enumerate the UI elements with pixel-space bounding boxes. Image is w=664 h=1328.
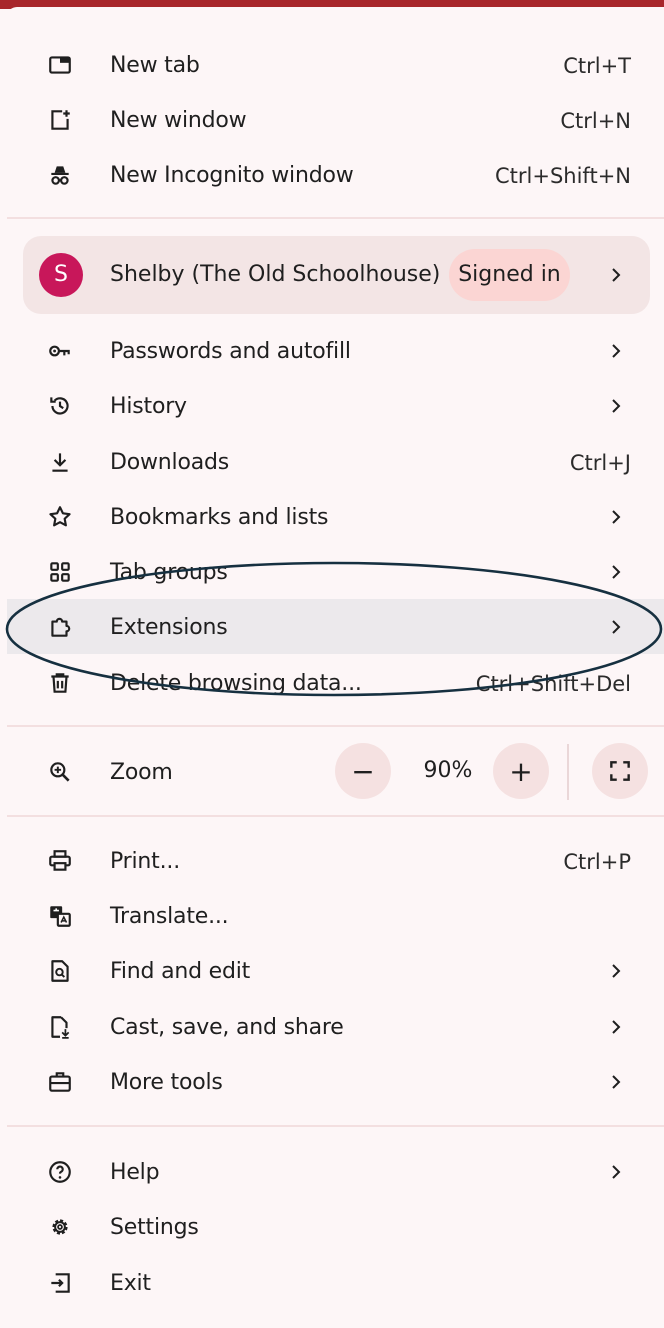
chevron-right-icon — [606, 1159, 626, 1185]
download-icon — [47, 449, 73, 475]
menu-divider — [7, 725, 664, 727]
zoom-icon — [47, 759, 73, 785]
menu-item-label: New window — [110, 108, 247, 133]
menu-item-tab-groups[interactable]: Tab groups — [0, 545, 664, 599]
puzzle-icon — [47, 614, 73, 640]
menu-item-label: Print... — [110, 849, 180, 874]
menu-item-cast-save-and-share[interactable]: Cast, save, and share — [0, 1000, 664, 1054]
translate-icon — [47, 903, 73, 929]
star-icon — [47, 504, 73, 530]
menu-item-label: Find and edit — [110, 959, 251, 984]
menu-item-translate[interactable]: Translate... — [0, 889, 664, 943]
shortcut-label: Ctrl+Shift+Del — [475, 672, 631, 696]
chevron-right-icon — [606, 958, 626, 984]
menu-item-label: Cast, save, and share — [110, 1015, 344, 1040]
menu-item-label: Downloads — [110, 450, 230, 475]
menu-item-label: History — [110, 394, 187, 419]
menu-item-bookmarks-and-lists[interactable]: Bookmarks and lists — [0, 490, 664, 544]
shortcut-label: Ctrl+Shift+N — [495, 164, 631, 188]
menu-item-extensions[interactable]: Extensions — [0, 600, 664, 654]
menu-item-more-tools[interactable]: More tools — [0, 1055, 664, 1109]
menu-item-label: More tools — [110, 1070, 223, 1095]
avatar: S — [39, 253, 83, 297]
zoom-in-button[interactable]: + — [493, 743, 549, 799]
menu-item-exit[interactable]: Exit — [0, 1256, 664, 1310]
new-window-icon — [47, 107, 73, 133]
menu-item-new-window[interactable]: New window Ctrl+N — [0, 93, 664, 147]
find-icon — [47, 958, 73, 984]
menu-item-new-tab[interactable]: New tab Ctrl+T — [0, 38, 664, 92]
menu-item-find-and-edit[interactable]: Find and edit — [0, 944, 664, 998]
shortcut-label: Ctrl+P — [563, 850, 631, 874]
menu-item-label: Translate... — [110, 904, 229, 929]
menu-item-label: New Incognito window — [110, 163, 354, 188]
menu-item-label: Bookmarks and lists — [110, 505, 329, 530]
chevron-right-icon — [606, 1014, 626, 1040]
menu-divider — [7, 815, 664, 817]
gear-icon — [47, 1214, 73, 1240]
menu-item-history[interactable]: History — [0, 379, 664, 433]
chevron-right-icon — [606, 559, 626, 585]
chevron-right-icon — [606, 504, 626, 530]
exit-icon — [47, 1270, 73, 1296]
menu-item-label: Passwords and autofill — [110, 339, 351, 364]
menu-item-label: Help — [110, 1160, 160, 1185]
menu-item-print[interactable]: Print... Ctrl+P — [0, 834, 664, 888]
zoom-separator — [567, 744, 569, 800]
menu-divider — [7, 1125, 664, 1127]
chevron-right-icon — [606, 614, 626, 640]
menu-item-label: Tab groups — [110, 560, 228, 585]
cast-icon — [47, 1014, 73, 1040]
shortcut-label: Ctrl+N — [560, 109, 631, 133]
menu-item-passwords-and-autofill[interactable]: Passwords and autofill — [0, 324, 664, 378]
menu-item-label: Delete browsing data... — [110, 671, 362, 696]
print-icon — [47, 848, 73, 874]
key-icon — [47, 338, 73, 364]
fullscreen-button[interactable] — [592, 743, 648, 799]
menu-item-new-incognito-window[interactable]: New Incognito window Ctrl+Shift+N — [0, 148, 664, 202]
profile-row[interactable]: S Shelby (The Old Schoolhouse) Signed in — [23, 236, 650, 314]
help-icon — [47, 1159, 73, 1185]
menu-divider — [7, 217, 664, 219]
history-icon — [47, 393, 73, 419]
toolbox-icon — [47, 1069, 73, 1095]
menu-item-label: Settings — [110, 1215, 199, 1240]
menu-item-label: Exit — [110, 1271, 151, 1296]
menu-item-label: Extensions — [110, 615, 228, 640]
menu-item-settings[interactable]: Settings — [0, 1200, 664, 1254]
shortcut-label: Ctrl+J — [569, 451, 631, 475]
tab-groups-icon — [47, 559, 73, 585]
fullscreen-icon — [607, 758, 633, 784]
zoom-out-button[interactable]: − — [335, 743, 391, 799]
new-tab-icon — [47, 52, 73, 78]
menu-item-delete-browsing-data[interactable]: Delete browsing data... Ctrl+Shift+Del — [0, 656, 664, 710]
menu-item-downloads[interactable]: Downloads Ctrl+J — [0, 435, 664, 489]
zoom-label: Zoom — [110, 760, 173, 785]
incognito-icon — [47, 162, 73, 188]
zoom-row: Zoom — [0, 745, 664, 799]
chevron-right-icon — [606, 338, 626, 364]
trash-icon — [47, 670, 73, 696]
chevron-right-icon — [606, 393, 626, 419]
signed-in-badge: Signed in — [449, 249, 570, 301]
shortcut-label: Ctrl+T — [563, 54, 631, 78]
menu-item-help[interactable]: Help — [0, 1145, 664, 1199]
chevron-right-icon — [606, 1069, 626, 1095]
chevron-right-icon — [606, 262, 626, 288]
zoom-level: 90% — [423, 758, 473, 783]
profile-name: Shelby (The Old Schoolhouse) — [110, 262, 441, 287]
menu-item-label: New tab — [110, 53, 200, 78]
